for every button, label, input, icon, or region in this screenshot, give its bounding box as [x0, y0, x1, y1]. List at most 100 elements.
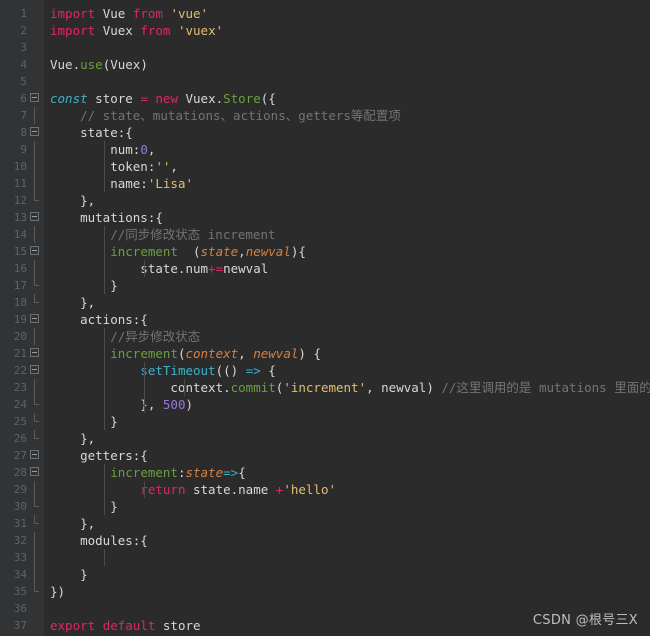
code-line[interactable]: [44, 39, 650, 56]
fold-box-icon[interactable]: [30, 212, 39, 221]
line-number: 14: [13, 228, 27, 241]
code-line[interactable]: export default store: [44, 617, 650, 634]
gutter-row[interactable]: 8: [0, 124, 44, 141]
gutter-row[interactable]: 23: [0, 379, 44, 396]
gutter-row[interactable]: 21: [0, 345, 44, 362]
code-line[interactable]: },: [44, 294, 650, 311]
code-line[interactable]: }: [44, 277, 650, 294]
code-line[interactable]: },: [44, 192, 650, 209]
fold-end-icon: [29, 583, 41, 600]
code-line[interactable]: modules:{: [44, 532, 650, 549]
gutter-row[interactable]: 29: [0, 481, 44, 498]
gutter-row[interactable]: 14: [0, 226, 44, 243]
gutter-row[interactable]: 19: [0, 311, 44, 328]
fold-collapse-icon[interactable]: [29, 124, 41, 141]
code-line[interactable]: state.num+=newval: [44, 260, 650, 277]
gutter-row[interactable]: 35: [0, 583, 44, 600]
code-line[interactable]: token:'',: [44, 158, 650, 175]
gutter-row[interactable]: 6: [0, 90, 44, 107]
code-line[interactable]: name:'Lisa': [44, 175, 650, 192]
code-line[interactable]: }: [44, 413, 650, 430]
code-line[interactable]: setTimeout(() => {: [44, 362, 650, 379]
code-line[interactable]: increment:state=>{: [44, 464, 650, 481]
code-line[interactable]: }: [44, 498, 650, 515]
line-number-gutter[interactable]: 1 2 3 4 5 6 7 8 9 10 11 12 13 14 15 16 17 18 19 20 21 22 23 24 2…: [0, 0, 44, 636]
fold-box-icon[interactable]: [30, 93, 39, 102]
code-line[interactable]: },: [44, 430, 650, 447]
code-line[interactable]: actions:{: [44, 311, 650, 328]
code-line[interactable]: }): [44, 583, 650, 600]
gutter-row[interactable]: 15: [0, 243, 44, 260]
gutter-row[interactable]: 33: [0, 549, 44, 566]
fold-box-icon[interactable]: [30, 127, 39, 136]
gutter-row[interactable]: 1: [0, 5, 44, 22]
code-editor[interactable]: 1 2 3 4 5 6 7 8 9 10 11 12 13 14 15 16 17 18 19 20 21 22 23 24 2…: [0, 0, 650, 636]
code-line[interactable]: num:0,: [44, 141, 650, 158]
gutter-row[interactable]: 27: [0, 447, 44, 464]
code-content-area[interactable]: import Vue from 'vue' import Vuex from 'v…: [44, 0, 650, 636]
fold-collapse-icon[interactable]: [29, 464, 41, 481]
fold-collapse-icon[interactable]: [29, 209, 41, 226]
code-line[interactable]: // state、mutations、actions、getters等配置项: [44, 107, 650, 124]
gutter-row[interactable]: 10: [0, 158, 44, 175]
indent-guide: [104, 328, 105, 345]
fold-box-icon[interactable]: [30, 246, 39, 255]
code-line[interactable]: getters:{: [44, 447, 650, 464]
gutter-row[interactable]: 37: [0, 617, 44, 634]
code-line[interactable]: state:{: [44, 124, 650, 141]
gutter-row[interactable]: 3: [0, 39, 44, 56]
gutter-row[interactable]: 13: [0, 209, 44, 226]
gutter-row[interactable]: 20: [0, 328, 44, 345]
fold-box-icon[interactable]: [30, 314, 39, 323]
code-line[interactable]: increment (state,newval){: [44, 243, 650, 260]
gutter-row[interactable]: 36: [0, 600, 44, 617]
code-line[interactable]: context.commit('increment', newval) //这里…: [44, 379, 650, 396]
fold-box-icon[interactable]: [30, 348, 39, 357]
code-line[interactable]: import Vue from 'vue': [44, 5, 650, 22]
gutter-row[interactable]: 2: [0, 22, 44, 39]
gutter-row[interactable]: 4: [0, 56, 44, 73]
gutter-row[interactable]: 22: [0, 362, 44, 379]
code-line[interactable]: mutations:{: [44, 209, 650, 226]
gutter-row[interactable]: 26: [0, 430, 44, 447]
fold-collapse-icon[interactable]: [29, 362, 41, 379]
gutter-row[interactable]: 11: [0, 175, 44, 192]
fold-end-marker: [34, 294, 39, 303]
gutter-row[interactable]: 25: [0, 413, 44, 430]
gutter-row[interactable]: 30: [0, 498, 44, 515]
code-line[interactable]: //同步修改状态 increment: [44, 226, 650, 243]
code-line[interactable]: [44, 549, 650, 566]
code-line[interactable]: import Vuex from 'vuex': [44, 22, 650, 39]
gutter-row[interactable]: 28: [0, 464, 44, 481]
gutter-row[interactable]: 7: [0, 107, 44, 124]
code-line[interactable]: //异步修改状态: [44, 328, 650, 345]
code-line[interactable]: Vue.use(Vuex): [44, 56, 650, 73]
fold-collapse-icon[interactable]: [29, 447, 41, 464]
gutter-row[interactable]: 24: [0, 396, 44, 413]
fold-box-icon[interactable]: [30, 365, 39, 374]
gutter-row[interactable]: 31: [0, 515, 44, 532]
gutter-row[interactable]: 34: [0, 566, 44, 583]
code-line[interactable]: const store = new Vuex.Store({: [44, 90, 650, 107]
code-token: (: [177, 244, 201, 259]
gutter-row[interactable]: 16: [0, 260, 44, 277]
fold-box-icon[interactable]: [30, 450, 39, 459]
gutter-row[interactable]: 17: [0, 277, 44, 294]
code-line[interactable]: [44, 73, 650, 90]
fold-collapse-icon[interactable]: [29, 311, 41, 328]
fold-box-icon[interactable]: [30, 467, 39, 476]
gutter-row[interactable]: 18: [0, 294, 44, 311]
gutter-row[interactable]: 9: [0, 141, 44, 158]
code-line[interactable]: }, 500): [44, 396, 650, 413]
gutter-row[interactable]: 12: [0, 192, 44, 209]
code-line[interactable]: increment(context, newval) {: [44, 345, 650, 362]
gutter-row[interactable]: 32: [0, 532, 44, 549]
code-line[interactable]: return state.name +'hello': [44, 481, 650, 498]
fold-collapse-icon[interactable]: [29, 243, 41, 260]
code-line[interactable]: [44, 600, 650, 617]
fold-collapse-icon[interactable]: [29, 90, 41, 107]
gutter-row[interactable]: 5: [0, 73, 44, 90]
code-line[interactable]: }: [44, 566, 650, 583]
fold-collapse-icon[interactable]: [29, 345, 41, 362]
code-line[interactable]: },: [44, 515, 650, 532]
